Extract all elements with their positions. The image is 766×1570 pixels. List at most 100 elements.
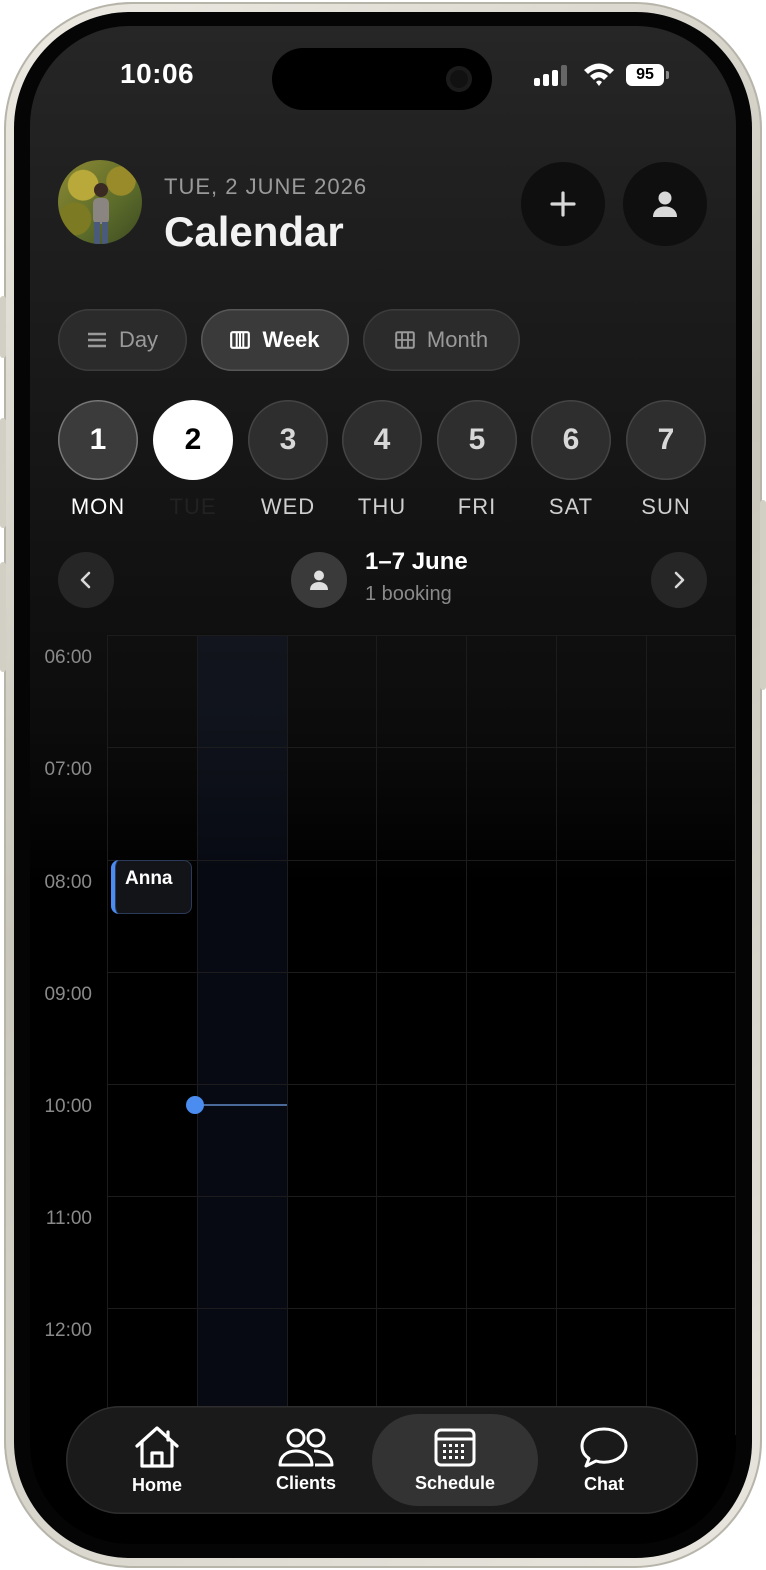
current-time-dot (186, 1096, 204, 1114)
column-divider (556, 635, 557, 1435)
status-time: 10:06 (120, 58, 195, 89)
day-name-sat: SAT (548, 494, 594, 519)
page-title: Calendar (164, 208, 344, 255)
add-button[interactable] (521, 162, 605, 246)
day-number: 6 (562, 423, 580, 456)
view-day-button[interactable]: Day (58, 309, 187, 371)
status-bar: 10:06 95 (30, 26, 736, 116)
view-week-label: Week (262, 327, 320, 352)
column-divider (646, 635, 647, 1435)
day-name-fri: FRI (457, 494, 497, 519)
tab-schedule-label: Schedule (414, 1472, 496, 1493)
dynamic-island (272, 48, 492, 110)
calendar-icon (434, 1428, 476, 1466)
hour-line (107, 635, 736, 636)
hour-label: 07:00 (44, 759, 92, 780)
chevron-right-icon (674, 571, 685, 589)
power-button (760, 500, 766, 690)
hour-line (107, 1196, 736, 1197)
grid-icon (395, 331, 415, 349)
hour-line (107, 972, 736, 973)
range-avatar (291, 552, 347, 608)
hour-label: 09:00 (44, 984, 92, 1005)
week-timeline[interactable]: 06:00 07:00 08:00 09:00 10:00 11:00 12:0… (30, 635, 736, 1435)
hour-label: 11:00 (45, 1208, 92, 1229)
hour-label: 12:00 (44, 1320, 92, 1341)
hour-label: 06:00 (44, 647, 92, 668)
column-divider (287, 635, 288, 1435)
chevron-left-icon (80, 571, 91, 589)
profile-button[interactable] (623, 162, 707, 246)
home-icon (135, 1425, 179, 1468)
person-icon (310, 570, 328, 590)
tab-schedule[interactable]: Schedule (372, 1414, 538, 1506)
day-tue-button[interactable]: 2 (153, 400, 233, 480)
day-wed-button[interactable]: 3 (248, 400, 328, 480)
battery-icon: 95 (626, 64, 664, 86)
column-divider (376, 635, 377, 1435)
tab-clients[interactable]: Clients (223, 1414, 389, 1506)
clients-icon (278, 1428, 334, 1466)
hour-label: 08:00 (44, 872, 92, 893)
volume-up-button (0, 418, 6, 528)
chat-icon (580, 1427, 628, 1467)
view-week-button[interactable]: Week (201, 309, 349, 371)
week-columns-icon (230, 331, 251, 349)
day-name-wed: WED (260, 494, 316, 519)
volume-down-button (0, 562, 6, 672)
column-divider (466, 635, 467, 1435)
tab-home-label: Home (131, 1474, 182, 1495)
today-column (197, 635, 287, 1435)
view-day-label: Day (118, 327, 159, 352)
column-divider (197, 635, 198, 1435)
view-month-label: Month (426, 327, 489, 352)
tab-clients-label: Clients (275, 1472, 336, 1493)
day-number: 2 (184, 423, 202, 456)
booking-card[interactable]: Anna (111, 860, 192, 914)
hour-line (107, 1084, 736, 1085)
day-number: 5 (468, 423, 486, 456)
column-divider (735, 635, 736, 1435)
tab-chat[interactable]: Chat (521, 1414, 687, 1506)
action-button (0, 296, 6, 358)
view-month-button[interactable]: Month (363, 309, 520, 371)
plus-icon (550, 191, 576, 217)
day-number: 4 (373, 423, 391, 456)
current-time-line (200, 1104, 287, 1106)
signal-icon (534, 64, 570, 86)
day-fri-button[interactable]: 5 (437, 400, 517, 480)
booking-client-name: Anna (125, 868, 173, 889)
hour-label: 10:00 (44, 1096, 92, 1117)
battery-nub (666, 71, 669, 79)
day-sat-button[interactable]: 6 (531, 400, 611, 480)
booking-count: 1 booking (365, 583, 452, 605)
screen: 10:06 95 TUE, 2 JUNE 2026 Calendar Day W… (30, 26, 736, 1544)
day-number: 1 (89, 423, 107, 456)
person-photo (93, 183, 109, 244)
day-sun-button[interactable]: 7 (626, 400, 706, 480)
tab-chat-label: Chat (584, 1473, 624, 1494)
tab-bar: Home Clients Schedule Chat (66, 1406, 698, 1514)
current-date: TUE, 2 JUNE 2026 (164, 174, 368, 199)
list-icon (87, 332, 106, 348)
day-name-tue: TUE (169, 494, 217, 519)
hour-line (107, 1308, 736, 1309)
avatar[interactable] (58, 160, 142, 244)
camera-icon (446, 66, 472, 92)
day-name-sun: SUN (641, 494, 691, 519)
day-number: 7 (657, 423, 675, 456)
day-name-mon: MON (70, 494, 126, 519)
wifi-icon (584, 63, 614, 86)
day-thu-button[interactable]: 4 (342, 400, 422, 480)
tab-home[interactable]: Home (74, 1414, 240, 1506)
person-icon (653, 191, 677, 217)
day-number: 3 (279, 423, 297, 456)
hour-line (107, 860, 736, 861)
day-mon-button[interactable]: 1 (58, 400, 138, 480)
hour-line (107, 747, 736, 748)
range-title: 1–7 June (365, 548, 468, 575)
next-week-button[interactable] (651, 552, 707, 608)
day-name-thu: THU (357, 494, 407, 519)
column-divider (107, 635, 108, 1435)
previous-week-button[interactable] (58, 552, 114, 608)
